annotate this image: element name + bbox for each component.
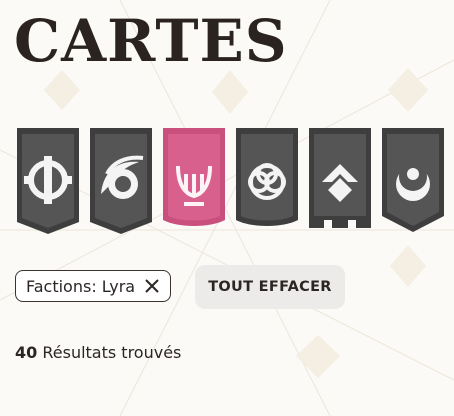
faction-banner-bravos[interactable] bbox=[87, 124, 155, 236]
results-label: Résultats trouvés bbox=[42, 343, 182, 362]
results-summary: 40 Résultats trouvés bbox=[15, 343, 181, 362]
faction-banner-lyra[interactable] bbox=[160, 124, 228, 236]
page-title: CARTES bbox=[14, 7, 288, 75]
faction-banner-ordis[interactable] bbox=[306, 124, 374, 236]
results-count: 40 bbox=[15, 343, 38, 362]
active-filter-label: Factions: Lyra bbox=[26, 276, 136, 296]
close-icon[interactable] bbox=[144, 278, 160, 294]
faction-banner-yzmir[interactable] bbox=[379, 124, 447, 236]
active-filter-chip[interactable]: Factions: Lyra bbox=[15, 270, 172, 302]
faction-banner-axiom[interactable] bbox=[14, 124, 82, 236]
faction-banner-muna[interactable] bbox=[233, 124, 301, 236]
clear-all-button[interactable]: TOUT EFFACER bbox=[195, 265, 345, 309]
